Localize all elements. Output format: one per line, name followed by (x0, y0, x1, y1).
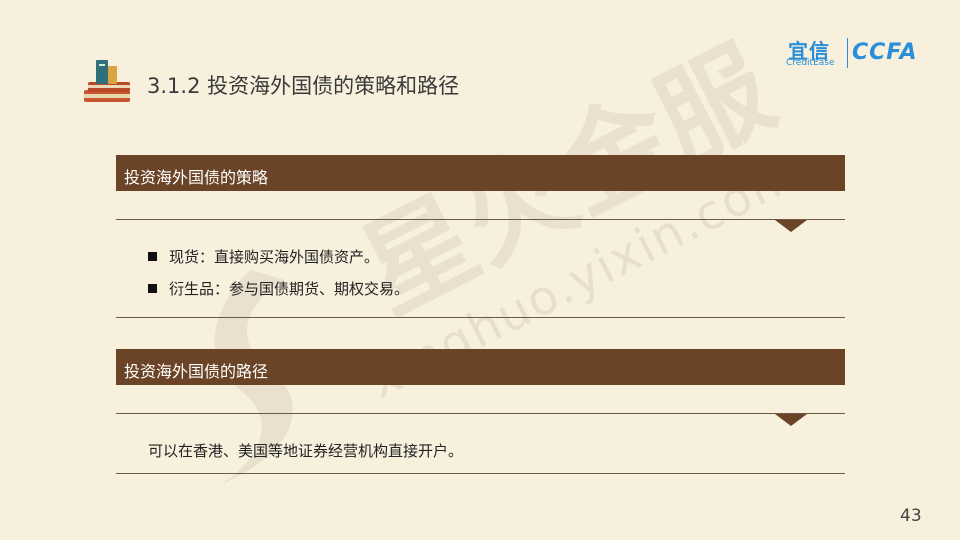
divider-line (116, 219, 845, 220)
page-number: 43 (900, 506, 922, 526)
triangle-marker-icon (775, 220, 807, 232)
strategy-section-header: 投资海外国债的策略 (116, 155, 845, 191)
bullet-square-icon (148, 252, 157, 261)
strategy-section-title: 投资海外国债的策略 (124, 168, 269, 187)
logo-divider (847, 38, 848, 68)
bullet-square-icon (148, 284, 157, 293)
path-section-title: 投资海外国债的路径 (124, 362, 269, 381)
ccfa-logo: CCFA (852, 40, 918, 65)
list-item: 衍生品：参与国债期货、期权交易。 (148, 278, 409, 299)
slide: 星火金服 xinghuo.yixin.com 3.1.2 投资海外国债的策略和路… (0, 0, 960, 540)
bullet-text: 衍生品：参与国债期货、期权交易。 (169, 280, 410, 298)
bullet-text: 现货：直接购买海外国债资产。 (169, 248, 380, 266)
page-title: 3.1.2 投资海外国债的策略和路径 (147, 74, 460, 98)
creditease-logo-en: CreditEase (786, 58, 835, 68)
creditease-logo: 宜信 CreditEase (786, 36, 842, 70)
path-section-header: 投资海外国债的路径 (116, 349, 845, 385)
books-icon (84, 60, 130, 102)
divider-line (116, 413, 845, 414)
triangle-marker-icon (775, 414, 807, 426)
path-description: 可以在香港、美国等地证券经营机构直接开户。 (148, 442, 464, 460)
divider-line (116, 317, 845, 318)
list-item: 现货：直接购买海外国债资产。 (148, 246, 379, 267)
divider-line (116, 473, 845, 474)
